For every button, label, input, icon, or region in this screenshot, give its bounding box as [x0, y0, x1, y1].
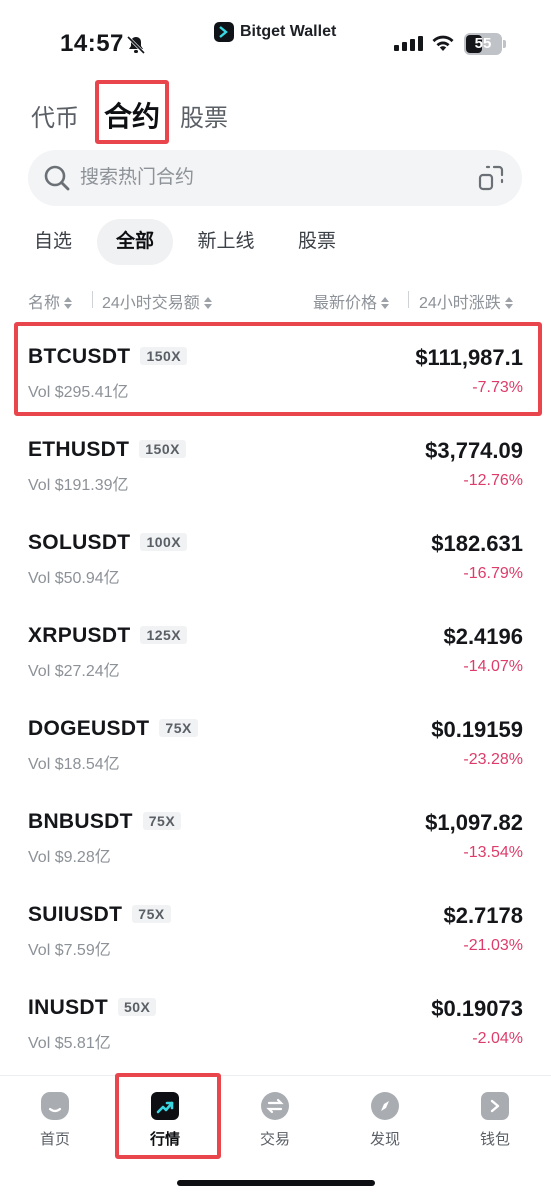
price: $0.19073: [431, 996, 523, 1021]
leverage-badge: 75X: [142, 812, 182, 830]
tab-stocks[interactable]: 股票: [180, 98, 228, 133]
symbol: DOGEUSDT: [28, 717, 150, 740]
column-name[interactable]: 名称: [28, 289, 73, 313]
column-change-label: 24小时涨跌: [419, 295, 501, 312]
leverage-badge: 75X: [132, 905, 171, 923]
status-time: 14:57: [60, 30, 124, 57]
tab-tokens[interactable]: 代币: [31, 98, 79, 133]
change-percent: -2.04%: [472, 1030, 523, 1047]
volume: Vol $27.24亿: [28, 663, 120, 680]
change-percent: -21.03%: [463, 937, 523, 954]
volume: Vol $50.94亿: [28, 570, 120, 587]
wallet-icon: [481, 1092, 509, 1120]
change-percent: -23.28%: [463, 751, 523, 768]
change-percent: -14.07%: [463, 658, 523, 675]
price: $182.631: [431, 531, 523, 556]
battery-icon: 55: [464, 33, 502, 55]
list-item[interactable]: SOLUSDT 100X Vol $50.94亿 $182.631 -16.79%: [0, 513, 551, 606]
home-icon: [41, 1092, 69, 1120]
column-divider: [408, 291, 409, 308]
battery-tip: [503, 40, 506, 48]
highlight-box-market-nav: [115, 1073, 221, 1159]
price: $2.7178: [443, 903, 523, 928]
column-divider: [92, 291, 93, 308]
sort-icon: [504, 296, 513, 309]
list-item[interactable]: INUSDT 50X Vol $5.81亿 $0.19073 -2.04%: [0, 978, 551, 1071]
volume: Vol $18.54亿: [28, 756, 120, 773]
list-item[interactable]: ETHUSDT 150X Vol $191.39亿 $3,774.09 -12.7…: [0, 420, 551, 513]
bell-muted-icon: [126, 35, 146, 55]
change-percent: -16.79%: [463, 565, 523, 582]
price: $3,774.09: [425, 438, 523, 463]
symbol: XRPUSDT: [28, 624, 131, 647]
volume: Vol $9.28亿: [28, 849, 111, 866]
battery-level: 55: [474, 35, 492, 52]
nav-wallet[interactable]: 钱包: [450, 1092, 540, 1149]
column-header: 名称 24小时交易额 最新价格 24小时涨跌: [0, 286, 551, 312]
brand-name: Bitget Wallet: [240, 23, 337, 40]
highlight-box-futures-tab: [95, 80, 169, 144]
filter-tab-watchlist[interactable]: 自选: [20, 219, 86, 265]
filter-tab-new-listing[interactable]: 新上线: [185, 219, 267, 265]
sort-icon: [203, 296, 212, 309]
leverage-badge: 75X: [159, 719, 198, 737]
symbol: SUIUSDT: [28, 903, 123, 926]
symbol: SOLUSDT: [28, 531, 131, 554]
column-volume[interactable]: 24小时交易额: [102, 289, 212, 313]
list-item[interactable]: SUIUSDT 75X Vol $7.59亿 $2.7178 -21.03%: [0, 885, 551, 978]
nav-home[interactable]: 首页: [10, 1092, 100, 1149]
wifi-icon: [432, 35, 454, 51]
main-tabs: 代币 合约 股票: [0, 84, 551, 144]
search-icon: [44, 165, 70, 191]
column-change[interactable]: 24小时涨跌: [419, 289, 513, 313]
search-bar[interactable]: [28, 150, 522, 206]
compass-icon: [371, 1092, 399, 1120]
leverage-badge: 50X: [117, 998, 157, 1016]
change-percent: -12.76%: [463, 472, 523, 489]
search-input[interactable]: [80, 163, 440, 193]
filter-tab-stocks[interactable]: 股票: [284, 219, 350, 265]
nav-discover[interactable]: 发现: [340, 1092, 430, 1149]
brand: Bitget Wallet: [214, 22, 336, 42]
leverage-badge: 125X: [140, 626, 188, 644]
nav-label: 钱包: [479, 1131, 510, 1148]
price: $1,097.82: [425, 810, 523, 835]
home-indicator: [177, 1180, 375, 1186]
column-name-label: 名称: [28, 295, 61, 312]
scan-icon[interactable]: [476, 163, 506, 193]
list-item[interactable]: XRPUSDT 125X Vol $27.24亿 $2.4196 -14.07%: [0, 606, 551, 699]
column-volume-label: 24小时交易额: [102, 295, 200, 312]
symbol: BNBUSDT: [28, 810, 133, 833]
nav-trade[interactable]: 交易: [230, 1092, 320, 1149]
price: $0.19159: [431, 717, 523, 742]
nav-label: 首页: [39, 1131, 70, 1148]
column-price[interactable]: 最新价格: [313, 289, 390, 313]
cellular-signal-icon: [394, 36, 423, 51]
nav-label: 发现: [369, 1131, 400, 1148]
symbol: INUSDT: [28, 996, 108, 1019]
bitget-logo-icon: [214, 22, 234, 42]
nav-label: 交易: [259, 1131, 290, 1148]
sort-icon: [64, 296, 73, 309]
list-item[interactable]: BNBUSDT 75X Vol $9.28亿 $1,097.82 -13.54%: [0, 792, 551, 885]
price: $2.4196: [443, 624, 523, 649]
volume: Vol $7.59亿: [28, 942, 111, 959]
volume: Vol $191.39亿: [28, 477, 129, 494]
status-bar: 14:57 Bitget Wallet 55: [0, 0, 551, 84]
symbol: ETHUSDT: [28, 438, 130, 461]
swap-icon: [261, 1092, 289, 1120]
list-item[interactable]: DOGEUSDT 75X Vol $18.54亿 $0.19159 -23.28%: [0, 699, 551, 792]
leverage-badge: 100X: [140, 533, 188, 551]
highlight-box-btc-row: [14, 322, 542, 416]
change-percent: -13.54%: [463, 844, 523, 861]
leverage-badge: 150X: [139, 440, 186, 458]
filter-tab-all[interactable]: 全部: [97, 219, 173, 265]
sort-icon: [381, 296, 390, 309]
column-price-label: 最新价格: [313, 295, 378, 312]
volume: Vol $5.81亿: [28, 1035, 111, 1052]
